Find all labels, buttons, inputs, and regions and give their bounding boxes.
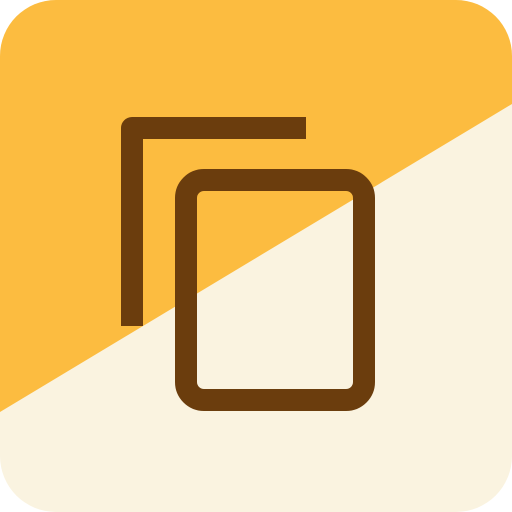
copy-icon [0,0,512,512]
copy-app-icon[interactable] [0,0,512,512]
